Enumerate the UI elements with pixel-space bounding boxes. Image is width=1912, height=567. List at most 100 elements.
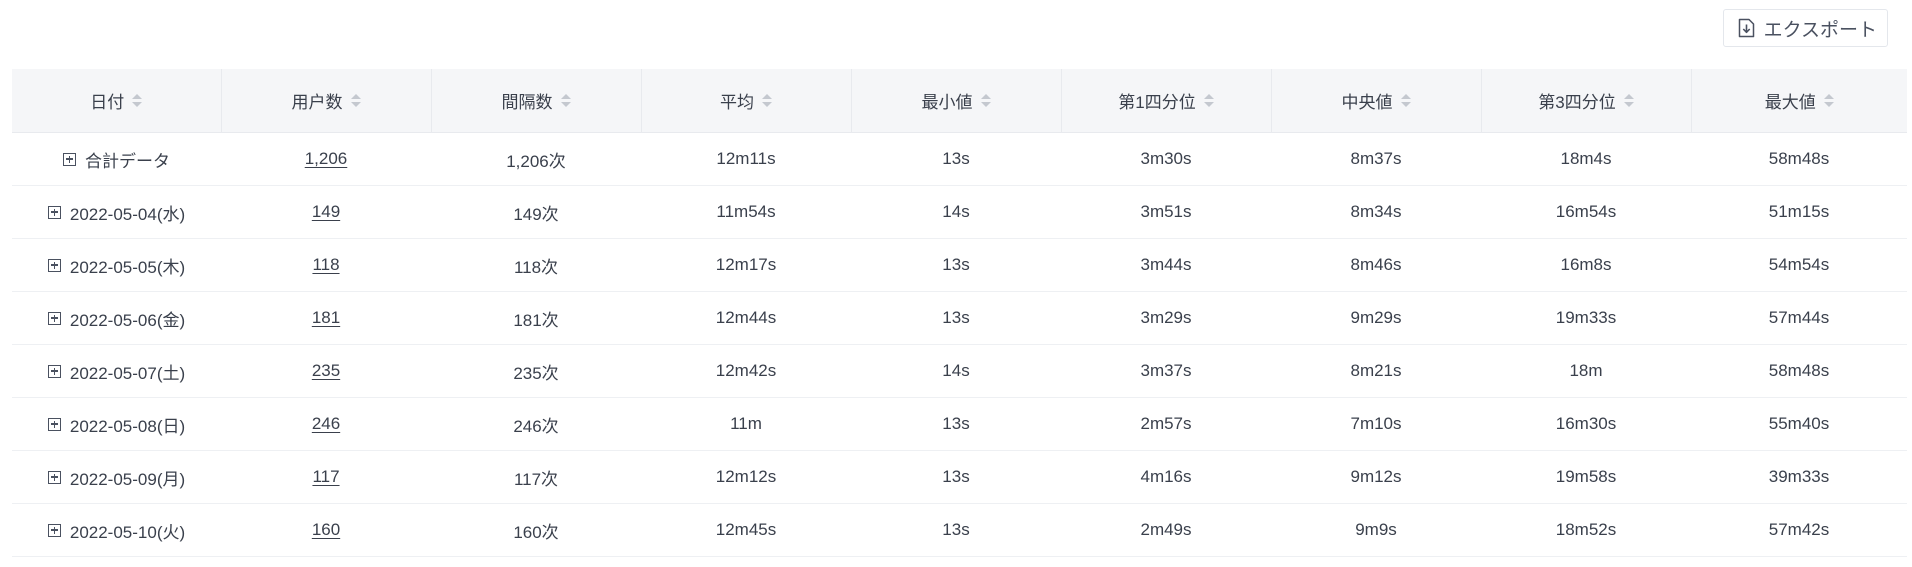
cell-users: 1,206 xyxy=(221,132,431,186)
cell-avg: 11m xyxy=(641,397,851,451)
date-label: 2022-05-06(金) xyxy=(69,310,186,330)
cell-intervals: 246次 xyxy=(431,397,641,451)
plus-square-icon[interactable] xyxy=(63,152,76,166)
cell-avg: 12m12s xyxy=(641,450,851,504)
column-header-sort-toggle[interactable]: 最小値 xyxy=(922,88,991,113)
cell-date: 2022-05-08(日) xyxy=(12,397,221,451)
cell-users: 149 xyxy=(221,185,431,239)
user-count-link[interactable]: 118 xyxy=(312,255,339,274)
cell-median: 8m46s xyxy=(1271,238,1481,292)
cell-min: 14s xyxy=(851,185,1061,239)
plus-square-icon[interactable] xyxy=(47,311,61,325)
user-count-link[interactable]: 246 xyxy=(312,414,340,433)
table-row: 2022-05-08(日) 246 246次 11m 13s 2m57s 7m10s 16m3… xyxy=(12,397,1907,451)
cell-q1: 3m30s xyxy=(1061,132,1271,186)
cell-date: 2022-05-04(水) xyxy=(12,185,221,239)
user-count-link[interactable]: 117 xyxy=(312,467,339,486)
cell-q3: 16m8s xyxy=(1481,238,1691,292)
column-header-sort-toggle[interactable]: 平均 xyxy=(720,88,772,113)
column-header-sort-toggle[interactable]: 第3四分位 xyxy=(1538,88,1634,113)
export-button[interactable]: エクスポート xyxy=(1722,9,1888,47)
user-count-link[interactable]: 235 xyxy=(312,361,340,380)
expand-row-toggle[interactable]: 合計データ xyxy=(63,147,170,172)
sort-icon[interactable] xyxy=(560,94,571,107)
date-label: 2022-05-09(月) xyxy=(69,469,186,489)
sort-icon[interactable] xyxy=(132,94,143,107)
cell-median: 8m34s xyxy=(1271,185,1481,239)
column-header-3[interactable]: 平均 xyxy=(641,69,852,133)
plus-square-icon[interactable] xyxy=(47,470,61,484)
expand-row-toggle[interactable]: 2022-05-10(火) xyxy=(47,518,185,543)
column-header-sort-toggle[interactable]: 日付 xyxy=(90,88,143,113)
cell-intervals: 160次 xyxy=(431,503,641,557)
cell-intervals: 235次 xyxy=(431,344,641,398)
column-header-1[interactable]: 用户数 xyxy=(221,69,432,133)
cell-date: 2022-05-06(金) xyxy=(12,291,221,345)
cell-intervals: 181次 xyxy=(431,291,641,345)
cell-median: 8m21s xyxy=(1271,344,1481,398)
sort-icon[interactable] xyxy=(1623,94,1634,107)
column-header-label: 第3四分位 xyxy=(1538,93,1616,112)
cell-avg: 12m11s xyxy=(641,132,851,186)
sort-icon[interactable] xyxy=(980,94,991,107)
cell-q3: 18m4s xyxy=(1481,132,1691,186)
sort-icon[interactable] xyxy=(1823,94,1834,107)
table-row: 2022-05-09(月) 117 117次 12m12s 13s 4m16s 9m12s 1… xyxy=(12,450,1907,504)
plus-square-icon[interactable] xyxy=(47,258,61,272)
cell-avg: 12m17s xyxy=(641,238,851,292)
cell-users: 181 xyxy=(221,291,431,345)
column-header-label: 平均 xyxy=(720,93,754,112)
plus-square-icon[interactable] xyxy=(47,205,61,219)
cell-intervals: 149次 xyxy=(431,185,641,239)
stats-table-container: 日付 用户数 間隔数 平均 最小値 第1四分位 中央値 第3四分位 最大値 合計データ 1,206… xyxy=(12,69,1907,557)
expand-row-toggle[interactable]: 2022-05-07(土) xyxy=(47,359,185,384)
cell-max: 57m42s xyxy=(1691,503,1907,557)
cell-min: 14s xyxy=(851,344,1061,398)
expand-row-toggle[interactable]: 2022-05-04(水) xyxy=(47,200,185,225)
stats-table: 日付 用户数 間隔数 平均 最小値 第1四分位 中央値 第3四分位 最大値 合計データ 1,206… xyxy=(12,69,1907,557)
cell-max: 51m15s xyxy=(1691,185,1907,239)
user-count-link[interactable]: 160 xyxy=(312,520,340,539)
export-label: エクスポート xyxy=(1763,19,1877,41)
user-count-link[interactable]: 181 xyxy=(312,308,340,327)
cell-q3: 19m33s xyxy=(1481,291,1691,345)
cell-intervals: 118次 xyxy=(431,238,641,292)
column-header-6[interactable]: 中央値 xyxy=(1271,69,1482,133)
column-header-sort-toggle[interactable]: 用户数 xyxy=(292,88,361,113)
cell-intervals: 117次 xyxy=(431,450,641,504)
cell-min: 13s xyxy=(851,291,1061,345)
table-row: 2022-05-04(水) 149 149次 11m54s 14s 3m51s 8m34s 1… xyxy=(12,185,1907,239)
column-header-sort-toggle[interactable]: 間隔数 xyxy=(502,88,571,113)
sort-icon[interactable] xyxy=(1203,94,1214,107)
column-header-label: 間隔数 xyxy=(501,93,553,112)
cell-date: 2022-05-10(火) xyxy=(12,503,221,557)
plus-square-icon[interactable] xyxy=(47,364,61,378)
plus-square-icon[interactable] xyxy=(47,417,61,431)
column-header-sort-toggle[interactable]: 最大値 xyxy=(1765,88,1834,113)
expand-row-toggle[interactable]: 2022-05-08(日) xyxy=(47,412,185,437)
sort-icon[interactable] xyxy=(1400,94,1411,107)
cell-q1: 3m44s xyxy=(1061,238,1271,292)
column-header-7[interactable]: 第3四分位 xyxy=(1481,69,1692,133)
column-header-4[interactable]: 最小値 xyxy=(851,69,1062,133)
column-header-2[interactable]: 間隔数 xyxy=(431,69,642,133)
sort-icon[interactable] xyxy=(350,94,361,107)
column-header-sort-toggle[interactable]: 中央値 xyxy=(1342,88,1411,113)
column-header-sort-toggle[interactable]: 第1四分位 xyxy=(1118,88,1214,113)
column-header-8[interactable]: 最大値 xyxy=(1691,69,1907,133)
header-row: 日付 用户数 間隔数 平均 最小値 第1四分位 中央値 第3四分位 最大値 xyxy=(12,69,1907,133)
expand-row-toggle[interactable]: 2022-05-05(木) xyxy=(47,253,185,278)
expand-row-toggle[interactable]: 2022-05-09(月) xyxy=(47,465,186,490)
cell-median: 9m9s xyxy=(1271,503,1481,557)
cell-min: 13s xyxy=(851,238,1061,292)
expand-row-toggle[interactable]: 2022-05-06(金) xyxy=(47,306,186,331)
column-header-5[interactable]: 第1四分位 xyxy=(1061,69,1272,133)
column-header-label: 第1四分位 xyxy=(1118,93,1196,112)
plus-square-icon[interactable] xyxy=(47,523,61,537)
column-header-0[interactable]: 日付 xyxy=(12,69,222,133)
user-count-link[interactable]: 1,206 xyxy=(305,149,348,168)
cell-max: 55m40s xyxy=(1691,397,1907,451)
sort-icon[interactable] xyxy=(762,94,772,107)
cell-median: 9m29s xyxy=(1271,291,1481,345)
user-count-link[interactable]: 149 xyxy=(312,202,340,221)
